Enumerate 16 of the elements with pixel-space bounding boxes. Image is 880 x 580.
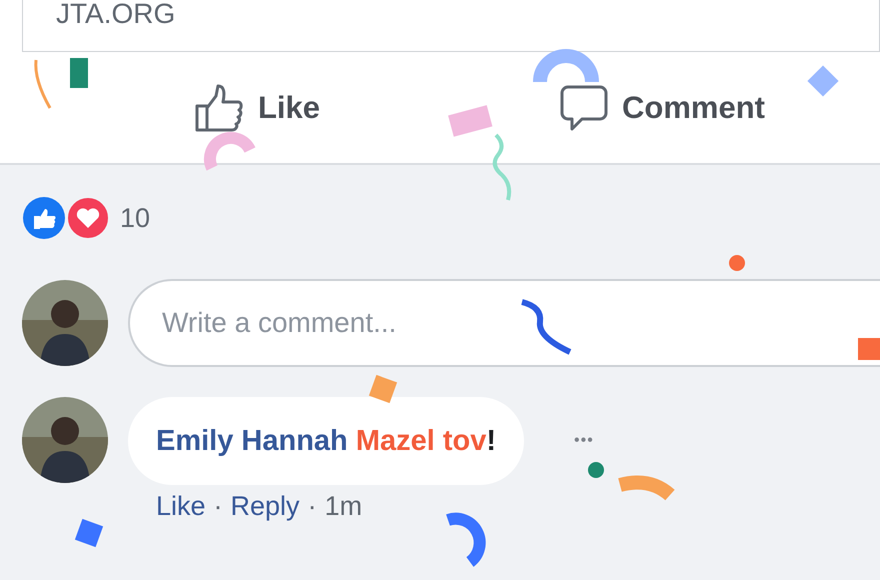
speech-bubble-icon	[560, 85, 608, 131]
separator-dot: ·	[214, 491, 223, 522]
comment-text: Emily Hannah Mazel tov!	[156, 424, 496, 458]
comment-action-link[interactable]: Reply	[230, 491, 300, 522]
comment-time: 1m	[324, 491, 362, 522]
thumbs-up-icon	[194, 84, 244, 132]
like-button[interactable]: Like	[0, 84, 500, 132]
separator-dot: ·	[308, 491, 317, 522]
comment-button[interactable]: Comment	[500, 85, 880, 131]
link-preview-card[interactable]: JTA.ORG	[22, 0, 880, 52]
comment-input-field[interactable]: Write a comment...	[128, 279, 880, 367]
reactions-icon	[22, 196, 110, 240]
link-domain: JTA.ORG	[56, 0, 176, 31]
more-options-icon[interactable]: •••	[574, 432, 594, 450]
reaction-count[interactable]: 10	[120, 202, 150, 234]
comment-action-link[interactable]: Like	[156, 491, 206, 522]
